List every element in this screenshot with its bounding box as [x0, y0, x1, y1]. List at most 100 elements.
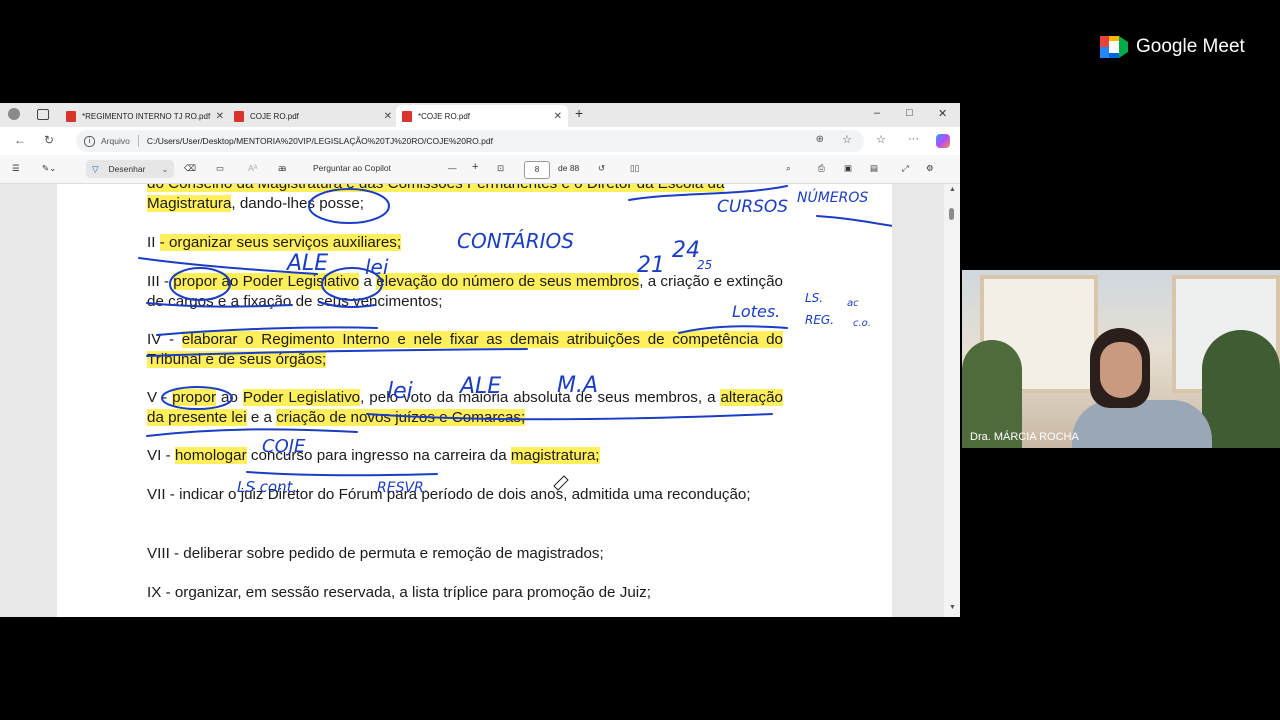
ink-text: ac — [847, 298, 859, 309]
text-run: IV - — [147, 331, 182, 348]
text-run: , dando-lhes posse; — [231, 195, 364, 212]
document-item-viii: VIII - deliberar sobre pedido de permuta… — [147, 545, 604, 562]
pdf-toolbar: ☰ ✎⌄ ▽ Desenhar ⌄ ⌫ ▭ Aᴬ ꜳ Perguntar ao … — [0, 155, 960, 184]
url-text: C:/Users/User/Desktop/MENTORIA%20VIP/LEG… — [146, 136, 493, 146]
close-icon[interactable]: ✕ — [554, 111, 562, 122]
tab-coje-active[interactable]: *COJE RO.pdf ✕ — [396, 105, 568, 127]
zoom-out-icon[interactable]: — — [448, 163, 457, 173]
highlight-icon[interactable]: ✎⌄ — [42, 163, 56, 174]
text-run: propor ao Poder Legislativo — [173, 273, 360, 290]
text-run: e a — [246, 408, 277, 426]
meet-brand-text: Google Meet — [1136, 36, 1245, 57]
fullscreen-icon[interactable]: ⤢ — [902, 163, 909, 174]
text-run: homologar — [174, 447, 247, 464]
ink-stroke — [246, 471, 438, 477]
minimize-button[interactable]: – — [874, 107, 880, 119]
favorites-icon[interactable]: ☆ — [876, 133, 886, 146]
ink-text: REG. — [805, 313, 834, 327]
text-run: elaborar o Regimento Interno e nele fixa… — [147, 331, 783, 368]
scroll-up-icon[interactable]: ▲ — [949, 186, 956, 193]
document-item-iv: IV - elaborar o Regimento Interno e nele… — [147, 330, 783, 369]
zoom-in-icon[interactable]: + — [472, 161, 478, 173]
tab-label: *REGIMENTO INTERNO TJ RO.pdf — [82, 111, 211, 121]
favorite-icon[interactable]: ☆ — [842, 133, 852, 146]
text-run: - organizar seus serviços auxiliares; — [159, 234, 402, 251]
text-run: elevação do número de seus membros — [376, 273, 640, 290]
search-icon[interactable]: ⌕ — [786, 163, 791, 174]
settings-gear-icon[interactable]: ⚙ — [926, 163, 934, 174]
draw-label: Desenhar — [108, 164, 146, 174]
print-icon[interactable]: ⎙ — [818, 163, 825, 174]
page-number-input[interactable]: 8 — [524, 161, 550, 179]
tab-regimento[interactable]: *REGIMENTO INTERNO TJ RO.pdf ✕ — [60, 105, 230, 127]
tab-label: COJE RO.pdf — [250, 111, 299, 121]
save-as-icon[interactable]: ▤ — [870, 163, 878, 174]
page-view-icon[interactable]: ▯▯ — [630, 163, 639, 174]
refresh-icon[interactable]: ↻ — [44, 133, 54, 147]
document-item-iii: III - propor ao Poder Legislativo a elev… — [147, 272, 783, 311]
text-box-icon[interactable]: ▭ — [216, 163, 224, 174]
tab-bar: *REGIMENTO INTERNO TJ RO.pdf ✕ COJE RO.p… — [0, 103, 960, 127]
close-icon[interactable]: ✕ — [216, 111, 224, 122]
profile-icon[interactable] — [8, 108, 20, 120]
ink-underline — [146, 428, 358, 437]
rotate-icon[interactable]: ↺ — [598, 163, 605, 174]
font-size-icon: Aᴬ — [248, 163, 258, 173]
text-run: , pelo voto da maioria absoluta de seus … — [360, 389, 721, 406]
tab-actions-icon[interactable] — [37, 109, 49, 120]
zoom-icon[interactable]: ⊕ — [816, 134, 824, 145]
participant-video[interactable] — [962, 270, 1280, 448]
eraser-icon[interactable]: ⌫ — [184, 163, 196, 174]
more-icon[interactable]: ··· — [908, 133, 919, 145]
scrollbar[interactable]: ▲ ▼ — [946, 184, 958, 617]
plant — [1202, 330, 1280, 448]
close-window-button[interactable]: ✕ — [938, 107, 947, 120]
ink-text: NÚMEROS — [797, 188, 868, 206]
tab-label: *COJE RO.pdf — [418, 111, 471, 121]
site-label: Arquivo — [101, 136, 130, 146]
text-run: VI - — [147, 447, 175, 464]
page-total-label: de 88 — [558, 163, 580, 173]
tab-coje[interactable]: COJE RO.pdf ✕ — [228, 105, 398, 127]
divider — [137, 135, 139, 147]
read-aloud-icon[interactable]: ꜳ — [278, 163, 286, 174]
maximize-button[interactable]: □ — [906, 107, 913, 119]
browser-window: *REGIMENTO INTERNO TJ RO.pdf ✕ COJE RO.p… — [0, 103, 960, 617]
scrollbar-thumb[interactable] — [949, 208, 954, 220]
document-item-v: V - propor ao Poder Legislativo, pelo vo… — [147, 388, 783, 427]
document-item-ix: IX - organizar, em sessão reservada, a l… — [147, 584, 651, 601]
info-icon[interactable]: i — [84, 135, 95, 147]
ask-copilot-button[interactable]: Perguntar ao Copilot — [313, 163, 391, 173]
pdf-icon — [234, 110, 244, 122]
document-item-vi: VI - homologar concurso para ingresso na… — [147, 446, 783, 466]
text-run: III - — [147, 273, 174, 290]
ink-text: LS. — [805, 291, 823, 305]
draw-icon: ▽ — [92, 163, 99, 174]
pdf-icon — [66, 110, 76, 122]
ink-text: c.o. — [853, 318, 871, 329]
draw-button[interactable]: ▽ Desenhar ⌄ — [86, 160, 174, 178]
scroll-down-icon[interactable]: ▼ — [949, 604, 956, 611]
fit-page-icon[interactable]: ⊡ — [497, 163, 504, 174]
back-icon[interactable]: ← — [14, 133, 26, 147]
participant-name: Dra. MÁRCIA ROCHA — [970, 431, 1079, 443]
text-run: V - — [147, 389, 173, 406]
ink-text: 25 — [697, 258, 712, 272]
document-line-cut: do Conselho da Magistratura e das Comiss… — [147, 184, 783, 194]
url-field[interactable]: i Arquivo C:/Users/User/Desktop/MENTORIA… — [76, 130, 864, 152]
text-run: concurso para ingresso na carreira da — [246, 447, 511, 464]
text-run: criação de novos juízos e Comarcas; — [276, 408, 526, 426]
copilot-icon[interactable] — [936, 134, 950, 148]
new-tab-button[interactable]: + — [575, 105, 583, 121]
meet-camera-icon — [1100, 36, 1128, 58]
contents-icon[interactable]: ☰ — [12, 163, 20, 174]
text-run: do Conselho da Magistratura e das Comiss… — [147, 184, 725, 192]
pdf-viewer: do Conselho da Magistratura e das Comiss… — [0, 184, 944, 617]
text-run: ao — [216, 389, 243, 406]
person-face — [1100, 342, 1142, 398]
text-run: II — [147, 234, 160, 251]
close-icon[interactable]: ✕ — [384, 111, 392, 122]
text-run: Poder Legislativo — [242, 389, 361, 406]
chevron-down-icon: ⌄ — [161, 163, 169, 174]
save-icon[interactable]: ▣ — [844, 163, 852, 174]
